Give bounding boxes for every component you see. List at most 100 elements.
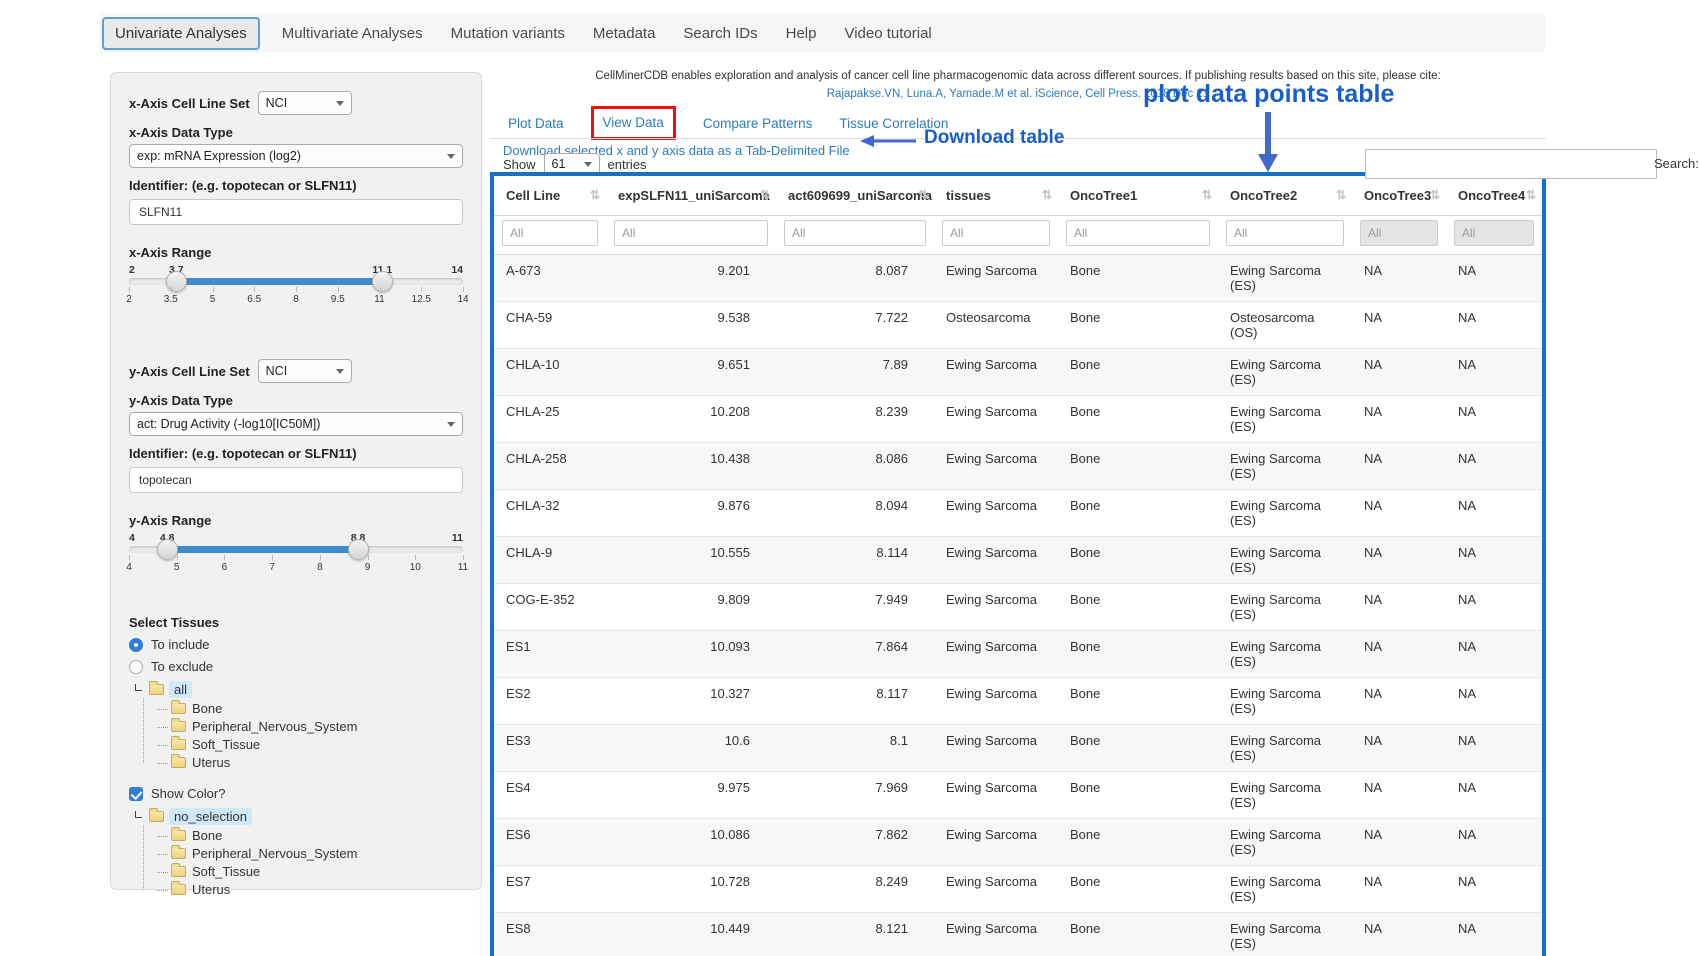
sort-icon[interactable]: ⇅ [590,188,600,202]
nav-tab-help[interactable]: Help [786,25,817,42]
cell-oncotree2: Ewing Sarcoma (ES) [1218,819,1352,866]
search-label: Search: [1654,156,1699,171]
filter-input-cell-line[interactable] [502,220,598,246]
nav-tab-video-tutorial[interactable]: Video tutorial [844,25,931,42]
filter-input-oncotree2[interactable] [1226,220,1344,246]
x-axis-data-type-select[interactable]: exp: mRNA Expression (log2) [129,144,463,168]
cell-oncotree3: NA [1352,772,1446,819]
tab-plot-data[interactable]: Plot Data [508,116,564,131]
column-header-cell-line[interactable]: Cell Line⇅ [494,176,606,216]
tree-item-label: Peripheral_Nervous_System [192,846,357,861]
y-axis-data-type-select[interactable]: act: Drug Activity (-log10[IC50M]) [129,412,463,436]
tree-item-bone[interactable]: Bone [149,700,463,718]
y-axis-slider-track[interactable] [129,546,463,553]
cell-oncotree2: Ewing Sarcoma (ES) [1218,772,1352,819]
cell-oncotree2: Ewing Sarcoma (ES) [1218,913,1352,956]
show-color-label: Show Color? [151,786,225,801]
filter-input-expslfn11-unisarcoma[interactable] [614,220,768,246]
tree-toggle-icon[interactable] [135,811,142,818]
cell-act609699-unisarcoma: 8.094 [776,490,934,537]
show-color-checkbox[interactable]: Show Color? [129,786,463,801]
tree-item-label: Uterus [192,882,230,897]
tissues-exclude-label: To exclude [151,659,213,674]
table-row[interactable]: CHLA-109.6517.89Ewing SarcomaBoneEwing S… [494,349,1542,396]
cell-act609699-unisarcoma: 7.864 [776,631,934,678]
y-axis-cell-line-set-select[interactable]: NCI [258,359,352,383]
nav-tab-search-ids[interactable]: Search IDs [683,25,757,42]
table-row[interactable]: CHLA-25810.4388.086Ewing SarcomaBoneEwin… [494,443,1542,490]
cell-tissues: Ewing Sarcoma [934,584,1058,631]
x-axis-identifier-input[interactable] [129,199,463,225]
cell-tissues: Ewing Sarcoma [934,255,1058,302]
tick-mark [421,287,422,292]
nav-tab-metadata[interactable]: Metadata [593,25,656,42]
tree-item-bone[interactable]: Bone [149,827,463,845]
y-axis-slider-fill [167,546,358,553]
filter-input-tissues[interactable] [942,220,1050,246]
plot-data-points-table: Cell Line⇅expSLFN11_uniSarcoma⇅act609699… [490,172,1546,956]
column-header-tissues[interactable]: tissues⇅ [934,176,1058,216]
x-axis-slider-track[interactable] [129,278,463,285]
table-row[interactable]: CHLA-910.5558.114Ewing SarcomaBoneEwing … [494,537,1542,584]
tree-toggle-icon[interactable] [135,684,142,691]
nav-tab-multivariate-analyses[interactable]: Multivariate Analyses [282,25,423,42]
sort-icon[interactable]: ⇅ [760,188,770,202]
tab-view-data[interactable]: View Data [603,115,664,130]
tissues-exclude-radio[interactable]: To exclude [129,659,463,674]
tree-item-soft-tissue[interactable]: Soft_Tissue [149,736,463,754]
column-header-oncotree4[interactable]: OncoTree4⇅ [1446,176,1542,216]
table-row[interactable]: A-6739.2018.087Ewing SarcomaBoneEwing Sa… [494,255,1542,302]
sort-icon[interactable]: ⇅ [1336,188,1346,202]
cell-expslfn11-unisarcoma: 9.201 [606,255,776,302]
sort-icon[interactable]: ⇅ [918,188,928,202]
tree-item-soft-tissue[interactable]: Soft_Tissue [149,863,463,881]
cell-oncotree3: NA [1352,819,1446,866]
table-row[interactable]: ES610.0867.862Ewing SarcomaBoneEwing Sar… [494,819,1542,866]
tissues-include-radio[interactable]: To include [129,637,463,652]
tab-compare-patterns[interactable]: Compare Patterns [703,116,813,131]
x-axis-cell-line-set-select[interactable]: NCI [258,91,352,115]
tree-root-all[interactable]: all [135,681,463,698]
sort-icon[interactable]: ⇅ [1202,188,1212,202]
sort-icon[interactable]: ⇅ [1042,188,1052,202]
column-header-act609699-unisarcoma[interactable]: act609699_uniSarcoma⇅ [776,176,934,216]
table-row[interactable]: ES110.0937.864Ewing SarcomaBoneEwing Sar… [494,631,1542,678]
column-header-oncotree3[interactable]: OncoTree3⇅ [1352,176,1446,216]
table-row[interactable]: ES310.68.1Ewing SarcomaBoneEwing Sarcoma… [494,725,1542,772]
table-row[interactable]: COG-E-3529.8097.949Ewing SarcomaBoneEwin… [494,584,1542,631]
cell-expslfn11-unisarcoma: 10.728 [606,866,776,913]
cell-oncotree2: Ewing Sarcoma (ES) [1218,255,1352,302]
tree-item-peripheral-nervous-system[interactable]: Peripheral_Nervous_System [149,845,463,863]
table-row[interactable]: ES49.9757.969Ewing SarcomaBoneEwing Sarc… [494,772,1542,819]
sort-icon[interactable]: ⇅ [1430,188,1440,202]
filter-cell-act609699-unisarcoma [776,216,934,255]
tissues-include-label: To include [151,637,210,652]
filter-input-act609699-unisarcoma[interactable] [784,220,926,246]
table-row[interactable]: CHA-599.5387.722OsteosarcomaBoneOsteosar… [494,302,1542,349]
filter-input-oncotree1[interactable] [1066,220,1210,246]
down-arrow-icon [1254,112,1282,174]
table-row[interactable]: ES810.4498.121Ewing SarcomaBoneEwing Sar… [494,913,1542,956]
tree-item-uterus[interactable]: Uterus [149,754,463,772]
column-header-expslfn11-unisarcoma[interactable]: expSLFN11_uniSarcoma⇅ [606,176,776,216]
y-axis-identifier-input[interactable] [129,467,463,493]
table-row[interactable]: CHLA-2510.2088.239Ewing SarcomaBoneEwing… [494,396,1542,443]
filter-input-oncotree4 [1454,220,1534,246]
table-row[interactable]: ES210.3278.117Ewing SarcomaBoneEwing Sar… [494,678,1542,725]
table-row[interactable]: CHLA-329.8768.094Ewing SarcomaBoneEwing … [494,490,1542,537]
column-header-oncotree1[interactable]: OncoTree1⇅ [1058,176,1218,216]
tree-item-peripheral-nervous-system[interactable]: Peripheral_Nervous_System [149,718,463,736]
nav-tab-mutation-variants[interactable]: Mutation variants [451,25,565,42]
nav-tab-univariate-analyses[interactable]: Univariate Analyses [102,17,260,50]
radio-unselected-icon [129,660,143,674]
folder-icon [171,884,186,895]
tree-item-uterus[interactable]: Uterus [149,881,463,899]
column-header-oncotree2[interactable]: OncoTree2⇅ [1218,176,1352,216]
y-axis-range-slider[interactable]: 44.88.8114567891011 [129,532,463,577]
search-input[interactable] [1365,149,1657,179]
x-axis-cell-line-set-label: x-Axis Cell Line Set [129,96,250,111]
x-axis-range-slider[interactable]: 23.711.11423.556.589.51112.514 [129,264,463,309]
sort-icon[interactable]: ⇅ [1526,188,1536,202]
tree-root-no-selection[interactable]: no_selection [135,808,463,825]
table-row[interactable]: ES710.7288.249Ewing SarcomaBoneEwing Sar… [494,866,1542,913]
